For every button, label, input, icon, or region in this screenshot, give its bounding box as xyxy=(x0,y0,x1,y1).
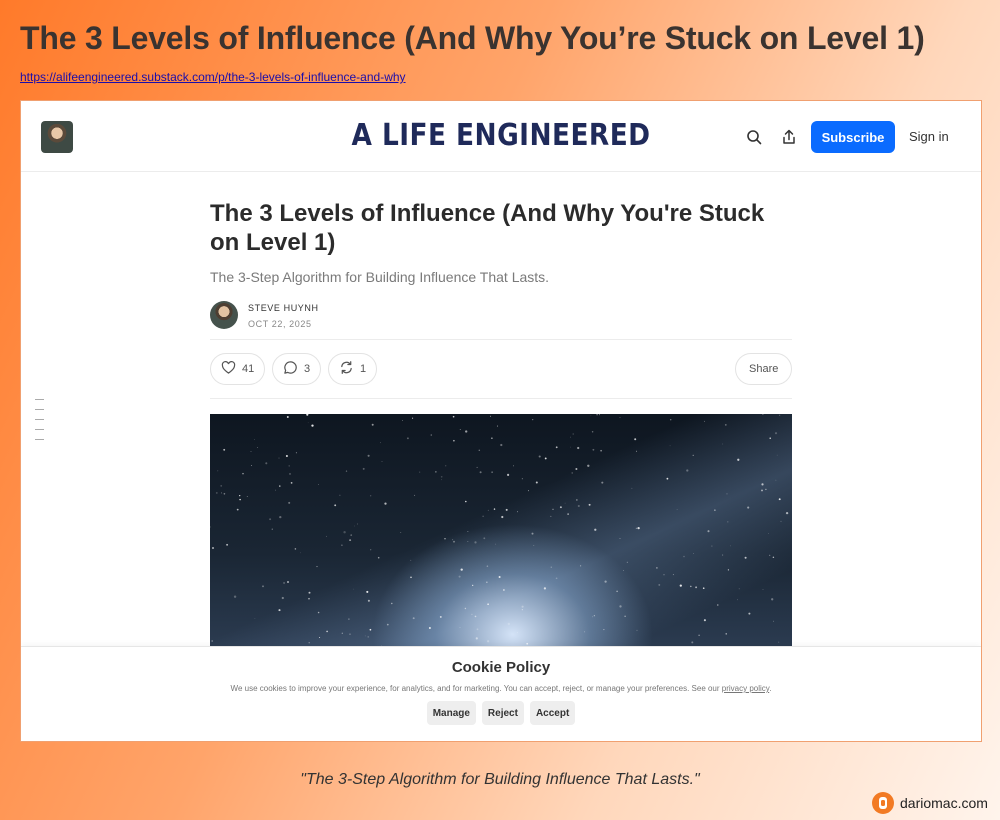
reject-button[interactable]: Reject xyxy=(481,701,524,725)
manage-button[interactable]: Manage xyxy=(426,701,476,725)
search-icon[interactable] xyxy=(742,125,766,149)
publication-avatar[interactable] xyxy=(41,121,73,153)
article: The 3 Levels of Influence (And Why You'r… xyxy=(210,199,793,399)
cookie-message: We use cookies to improve your experienc… xyxy=(230,684,720,693)
heart-icon xyxy=(221,361,236,377)
cookie-banner: Cookie Policy We use cookies to improve … xyxy=(21,646,981,741)
starfield xyxy=(210,414,789,646)
comment-icon xyxy=(283,360,298,378)
cookie-title: Cookie Policy xyxy=(451,659,551,676)
comment-count: 3 xyxy=(304,363,311,375)
cookie-actions: Manage Reject Accept xyxy=(21,701,981,725)
divider xyxy=(210,398,792,399)
author-avatar[interactable] xyxy=(210,301,238,329)
source-link[interactable]: https://alifeengineered.substack.com/p/t… xyxy=(20,70,406,84)
footer-logo-icon xyxy=(872,792,894,814)
footer-brand[interactable]: dariomac.com xyxy=(872,792,988,814)
page-quote: "The 3-Step Algorithm for Building Influ… xyxy=(300,771,700,788)
footer-brand-text: dariomac.com xyxy=(900,795,988,811)
restack-button[interactable]: 1 xyxy=(328,353,378,385)
site-header: A LIFE ENGINEERED Subscribe Sign in xyxy=(21,101,981,172)
article-subtitle: The 3-Step Algorithm for Building Influe… xyxy=(210,269,550,285)
like-count: 41 xyxy=(242,363,255,375)
share-icon[interactable] xyxy=(777,125,801,149)
accept-button[interactable]: Accept xyxy=(529,701,576,725)
restack-count: 1 xyxy=(360,363,367,375)
post-actions: 41 3 1 Share xyxy=(210,340,793,398)
share-button[interactable]: Share xyxy=(735,353,793,385)
post-date: OCT 22, 2025 xyxy=(248,319,312,329)
article-title: The 3 Levels of Influence (And Why You'r… xyxy=(210,200,765,256)
cookie-text: We use cookies to improve your experienc… xyxy=(21,684,981,693)
cookie-period: . xyxy=(769,684,772,693)
privacy-policy-link[interactable]: privacy policy xyxy=(722,684,769,693)
like-button[interactable]: 41 xyxy=(210,353,266,385)
sign-in-link[interactable]: Sign in xyxy=(909,129,949,144)
subscribe-button[interactable]: Subscribe xyxy=(811,121,895,153)
comment-button[interactable]: 3 xyxy=(272,353,322,385)
toc-icon[interactable] xyxy=(35,399,44,449)
browser-frame: A LIFE ENGINEERED Subscribe Sign in The … xyxy=(20,100,982,742)
byline: STEVE HUYNH OCT 22, 2025 xyxy=(210,301,792,337)
restack-icon xyxy=(339,360,354,378)
author-name[interactable]: STEVE HUYNH xyxy=(248,303,319,313)
page-heading: The 3 Levels of Influence (And Why You’r… xyxy=(20,20,925,56)
hero-image xyxy=(210,414,792,646)
